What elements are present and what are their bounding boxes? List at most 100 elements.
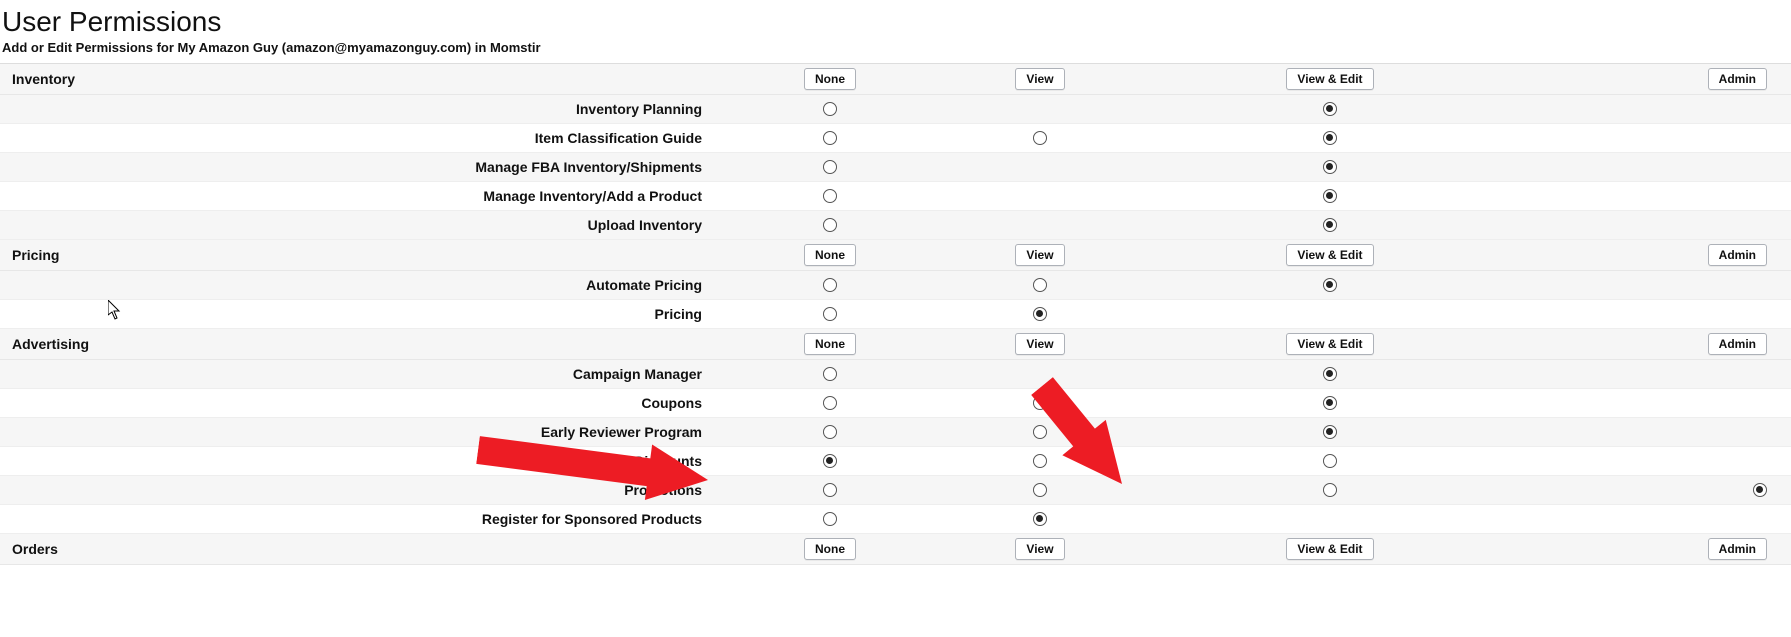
section-header: Inventory None View View & Edit Admin bbox=[0, 64, 1791, 95]
cell-none bbox=[720, 278, 940, 292]
permission-row: Campaign Manager bbox=[0, 360, 1791, 389]
header-col-view: View bbox=[940, 68, 1140, 90]
header-col-admin: Admin bbox=[1520, 68, 1791, 90]
view-all-button[interactable]: View bbox=[1015, 538, 1064, 560]
cell-none bbox=[720, 218, 940, 232]
header-col-none: None bbox=[720, 333, 940, 355]
cell-none bbox=[720, 367, 940, 381]
radio-view_edit[interactable] bbox=[1323, 396, 1337, 410]
header-col-none: None bbox=[720, 538, 940, 560]
radio-none[interactable] bbox=[823, 454, 837, 468]
permission-row: Register for Sponsored Products bbox=[0, 505, 1791, 534]
radio-view_edit[interactable] bbox=[1323, 425, 1337, 439]
cell-admin bbox=[1520, 278, 1791, 292]
permission-label: Promotions bbox=[0, 482, 720, 498]
cell-admin bbox=[1520, 367, 1791, 381]
radio-view_edit[interactable] bbox=[1323, 131, 1337, 145]
view-all-button[interactable]: View bbox=[1015, 68, 1064, 90]
radio-view_edit[interactable] bbox=[1323, 218, 1337, 232]
none-all-button[interactable]: None bbox=[804, 333, 856, 355]
radio-none[interactable] bbox=[823, 278, 837, 292]
radio-view[interactable] bbox=[1033, 425, 1047, 439]
radio-view_edit[interactable] bbox=[1323, 189, 1337, 203]
cell-view bbox=[940, 218, 1140, 232]
header-col-view_edit: View & Edit bbox=[1140, 68, 1520, 90]
radio-view_edit[interactable] bbox=[1323, 160, 1337, 174]
header-col-view_edit: View & Edit bbox=[1140, 333, 1520, 355]
cell-view_edit bbox=[1140, 131, 1520, 145]
view_edit-all-button[interactable]: View & Edit bbox=[1286, 538, 1373, 560]
header-col-admin: Admin bbox=[1520, 538, 1791, 560]
radio-none[interactable] bbox=[823, 396, 837, 410]
radio-none[interactable] bbox=[823, 307, 837, 321]
none-all-button[interactable]: None bbox=[804, 538, 856, 560]
radio-none[interactable] bbox=[823, 131, 837, 145]
cell-view bbox=[940, 160, 1140, 174]
radio-view[interactable] bbox=[1033, 307, 1047, 321]
cell-view bbox=[940, 102, 1140, 116]
permission-label: Manage Inventory/Add a Product bbox=[0, 188, 720, 204]
section-label: Orders bbox=[0, 541, 720, 557]
radio-view[interactable] bbox=[1033, 454, 1047, 468]
view_edit-all-button[interactable]: View & Edit bbox=[1286, 244, 1373, 266]
radio-view[interactable] bbox=[1033, 396, 1047, 410]
admin-all-button[interactable]: Admin bbox=[1708, 244, 1767, 266]
cell-view bbox=[940, 367, 1140, 381]
radio-none[interactable] bbox=[823, 512, 837, 526]
permission-label: Campaign Manager bbox=[0, 366, 720, 382]
radio-view_edit[interactable] bbox=[1323, 278, 1337, 292]
cell-view bbox=[940, 189, 1140, 203]
permission-row: Early Reviewer Program bbox=[0, 418, 1791, 447]
permission-label: Pricing bbox=[0, 306, 720, 322]
cell-view_edit bbox=[1140, 218, 1520, 232]
section-label: Advertising bbox=[0, 336, 720, 352]
cell-admin bbox=[1520, 102, 1791, 116]
radio-view_edit[interactable] bbox=[1323, 483, 1337, 497]
radio-view[interactable] bbox=[1033, 131, 1047, 145]
radio-admin[interactable] bbox=[1753, 483, 1767, 497]
radio-none[interactable] bbox=[823, 367, 837, 381]
cell-admin bbox=[1520, 218, 1791, 232]
permission-label: Early Reviewer Program bbox=[0, 424, 720, 440]
cell-admin bbox=[1520, 512, 1791, 526]
cell-admin bbox=[1520, 307, 1791, 321]
section-label: Inventory bbox=[0, 71, 720, 87]
cell-none bbox=[720, 512, 940, 526]
none-all-button[interactable]: None bbox=[804, 244, 856, 266]
cell-view bbox=[940, 483, 1140, 497]
admin-all-button[interactable]: Admin bbox=[1708, 68, 1767, 90]
radio-none[interactable] bbox=[823, 483, 837, 497]
cell-admin bbox=[1520, 425, 1791, 439]
view-all-button[interactable]: View bbox=[1015, 333, 1064, 355]
view-all-button[interactable]: View bbox=[1015, 244, 1064, 266]
cell-view_edit bbox=[1140, 189, 1520, 203]
admin-all-button[interactable]: Admin bbox=[1708, 538, 1767, 560]
radio-view_edit[interactable] bbox=[1323, 454, 1337, 468]
radio-none[interactable] bbox=[823, 218, 837, 232]
cell-view_edit bbox=[1140, 425, 1520, 439]
view_edit-all-button[interactable]: View & Edit bbox=[1286, 333, 1373, 355]
section-header: Advertising None View View & Edit Admin bbox=[0, 329, 1791, 360]
radio-view_edit[interactable] bbox=[1323, 102, 1337, 116]
none-all-button[interactable]: None bbox=[804, 68, 856, 90]
permission-row: Pricing bbox=[0, 300, 1791, 329]
cell-none bbox=[720, 454, 940, 468]
view_edit-all-button[interactable]: View & Edit bbox=[1286, 68, 1373, 90]
cell-admin bbox=[1520, 396, 1791, 410]
admin-all-button[interactable]: Admin bbox=[1708, 333, 1767, 355]
radio-view[interactable] bbox=[1033, 512, 1047, 526]
permission-row: Upload Inventory bbox=[0, 211, 1791, 240]
radio-none[interactable] bbox=[823, 189, 837, 203]
section-header: Orders None View View & Edit Admin bbox=[0, 534, 1791, 565]
cell-view bbox=[940, 454, 1140, 468]
radio-view[interactable] bbox=[1033, 483, 1047, 497]
cell-none bbox=[720, 102, 940, 116]
radio-view[interactable] bbox=[1033, 278, 1047, 292]
radio-none[interactable] bbox=[823, 425, 837, 439]
permission-row: Prime Exclusive Discounts bbox=[0, 447, 1791, 476]
cell-view bbox=[940, 512, 1140, 526]
radio-none[interactable] bbox=[823, 160, 837, 174]
cell-none bbox=[720, 160, 940, 174]
radio-view_edit[interactable] bbox=[1323, 367, 1337, 381]
radio-none[interactable] bbox=[823, 102, 837, 116]
